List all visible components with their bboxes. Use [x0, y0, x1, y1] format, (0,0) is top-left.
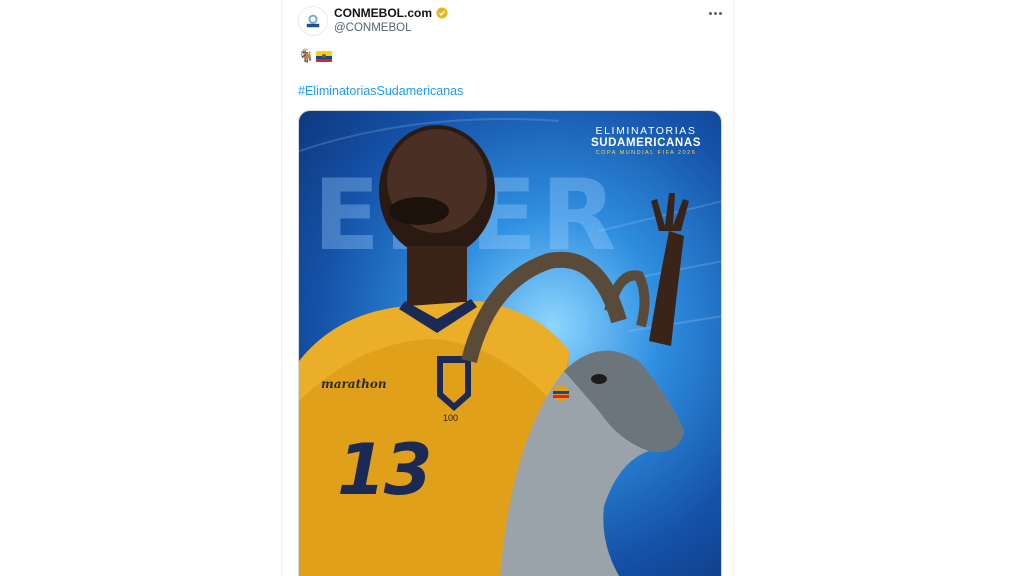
tweet[interactable]: CONMEBOL.com @CONMEBOL 🐐 #EliminatoriasS… — [282, 0, 733, 576]
tournament-brand: ELIMINATORIAS SUDAMERICANAS COPA MUNDIAL… — [591, 125, 701, 156]
author-block: CONMEBOL.com @CONMEBOL — [334, 6, 448, 34]
jersey-number: 13 — [337, 429, 432, 511]
ecuador-flag-icon — [316, 50, 333, 62]
brand-line-1: ELIMINATORIAS — [595, 125, 697, 137]
display-name[interactable]: CONMEBOL.com — [334, 6, 432, 20]
tweet-media-image[interactable]: ENER — [298, 110, 722, 576]
brand-line-2: SUDAMERICANAS — [590, 137, 701, 149]
display-name-row: CONMEBOL.com — [334, 6, 448, 20]
handle[interactable]: @CONMEBOL — [334, 22, 448, 34]
hashtag-link[interactable]: #EliminatoriasSudamericanas — [298, 84, 463, 98]
more-options-icon[interactable] — [706, 4, 724, 22]
verified-badge-icon — [436, 7, 448, 19]
brand-line-3: COPA MUNDIAL FIFA 2026 — [595, 150, 697, 156]
jersey-sponsor: marathon — [321, 377, 387, 391]
conmebol-logo-icon — [306, 14, 320, 28]
timeline-border-right — [733, 0, 734, 576]
avatar[interactable] — [298, 6, 328, 36]
goat-emoji: 🐐 — [298, 48, 315, 63]
crest-number: 100 — [443, 413, 459, 423]
tweet-text-emoji: 🐐 — [298, 48, 333, 64]
